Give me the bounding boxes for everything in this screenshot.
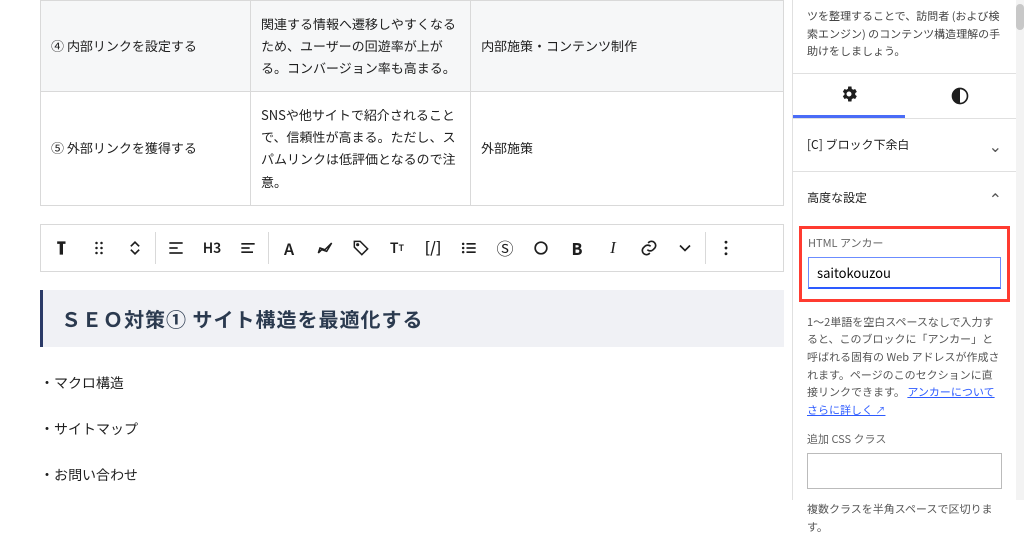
sidebar-tabs [793, 73, 1016, 119]
table-cell: 関連する情報へ遷移しやすくなるため、ユーザーの回遊率が上がる。コンバージョン率も… [251, 1, 471, 92]
text-color-icon[interactable]: A [271, 230, 307, 266]
highlight-icon[interactable] [307, 230, 343, 266]
paragraph[interactable]: ・サイトマップ [40, 419, 784, 439]
toolbar-separator [705, 232, 706, 264]
panel-label: 高度な設定 [807, 189, 867, 206]
contrast-tab[interactable] [905, 74, 1017, 118]
editor-canvas: ④ 内部リンクを設定する 関連する情報へ遷移しやすくなるため、ユーザーの回遊率が… [0, 0, 792, 500]
css-help-text: 複数クラスを半角スペースで区切ります。 [793, 495, 1016, 538]
anchor-label: HTML アンカー [808, 235, 1001, 251]
toolbar-separator [268, 232, 269, 264]
additional-css-field: 追加 CSS クラス [793, 421, 1016, 495]
settings-sidebar: ツを整理することで、訪問者 (および検索エンジン) のコンテンツ構造理解の手助け… [792, 0, 1016, 500]
content-table: ④ 内部リンクを設定する 関連する情報へ遷移しやすくなるため、ユーザーの回遊率が… [40, 0, 784, 206]
link-icon[interactable] [631, 230, 667, 266]
circle-icon[interactable] [523, 230, 559, 266]
chevron-down-icon[interactable] [667, 230, 703, 266]
more-icon[interactable] [708, 230, 744, 266]
highlighted-anchor-field: HTML アンカー [799, 226, 1010, 302]
text-align-icon[interactable] [230, 230, 266, 266]
block-type-icon[interactable] [45, 230, 81, 266]
toolbar-separator [155, 232, 156, 264]
table-row: ⑤ 外部リンクを獲得する SNSや他サイトで紹介されることで、信頼性が高まる。た… [41, 92, 784, 205]
panel-advanced[interactable]: 高度な設定 ⌃ [793, 172, 1016, 224]
move-icon[interactable] [117, 230, 153, 266]
table-row: ④ 内部リンクを設定する 関連する情報へ遷移しやすくなるため、ユーザーの回遊率が… [41, 1, 784, 92]
chevron-up-icon: ⌃ [989, 186, 1002, 210]
settings-tab[interactable] [793, 74, 905, 118]
additional-css-input[interactable] [807, 453, 1002, 489]
heading-level-button[interactable]: H3 [194, 230, 230, 266]
italic-icon[interactable]: I [595, 230, 631, 266]
list-icon[interactable] [451, 230, 487, 266]
paragraph[interactable]: ・お問い合わせ [40, 465, 784, 485]
heading-block[interactable]: ＳＥＯ対策① サイト構造を最適化する [40, 290, 784, 347]
table-cell: ④ 内部リンクを設定する [41, 1, 251, 92]
circled-s-icon[interactable]: Ⓢ [487, 230, 523, 266]
panel-label: [C] ブロック下余白 [807, 136, 909, 153]
css-label: 追加 CSS クラス [807, 431, 1002, 447]
html-anchor-input[interactable] [808, 257, 1001, 289]
tag-icon[interactable] [343, 230, 379, 266]
chevron-down-icon: ⌄ [989, 133, 1002, 157]
panel-block-margin[interactable]: [C] ブロック下余白 ⌄ [793, 119, 1016, 172]
align-icon[interactable] [158, 230, 194, 266]
external-icon: ↗ [875, 402, 885, 417]
body-content: ・マクロ構造 ・サイトマップ ・お問い合わせ メディアの目的を明確にする まずは… [40, 373, 784, 500]
bold-icon[interactable]: B [559, 230, 595, 266]
vertical-scrollbar[interactable] [1016, 0, 1024, 500]
table-cell: SNSや他サイトで紹介されることで、信頼性が高まる。ただし、スパムリンクは低評価… [251, 92, 471, 205]
anchor-help-text: 1〜2単語を空白スペースなしで入力すると、このブロックに「アンカー」と呼ばれる固… [793, 308, 1016, 422]
table-cell: 外部施策 [471, 92, 784, 205]
table-cell: ⑤ 外部リンクを獲得する [41, 92, 251, 205]
paragraph[interactable]: ・マクロ構造 [40, 373, 784, 393]
font-size-icon[interactable]: TT [379, 230, 415, 266]
table-cell: 内部施策・コンテンツ制作 [471, 1, 784, 92]
block-toolbar: H3 A TT [/] Ⓢ B I [40, 224, 784, 272]
scrollbar-thumb[interactable] [1016, 4, 1024, 30]
sidebar-description: ツを整理することで、訪問者 (および検索エンジン) のコンテンツ構造理解の手助け… [793, 0, 1016, 73]
bracket-icon[interactable]: [/] [415, 230, 451, 266]
drag-handle-icon[interactable] [81, 230, 117, 266]
